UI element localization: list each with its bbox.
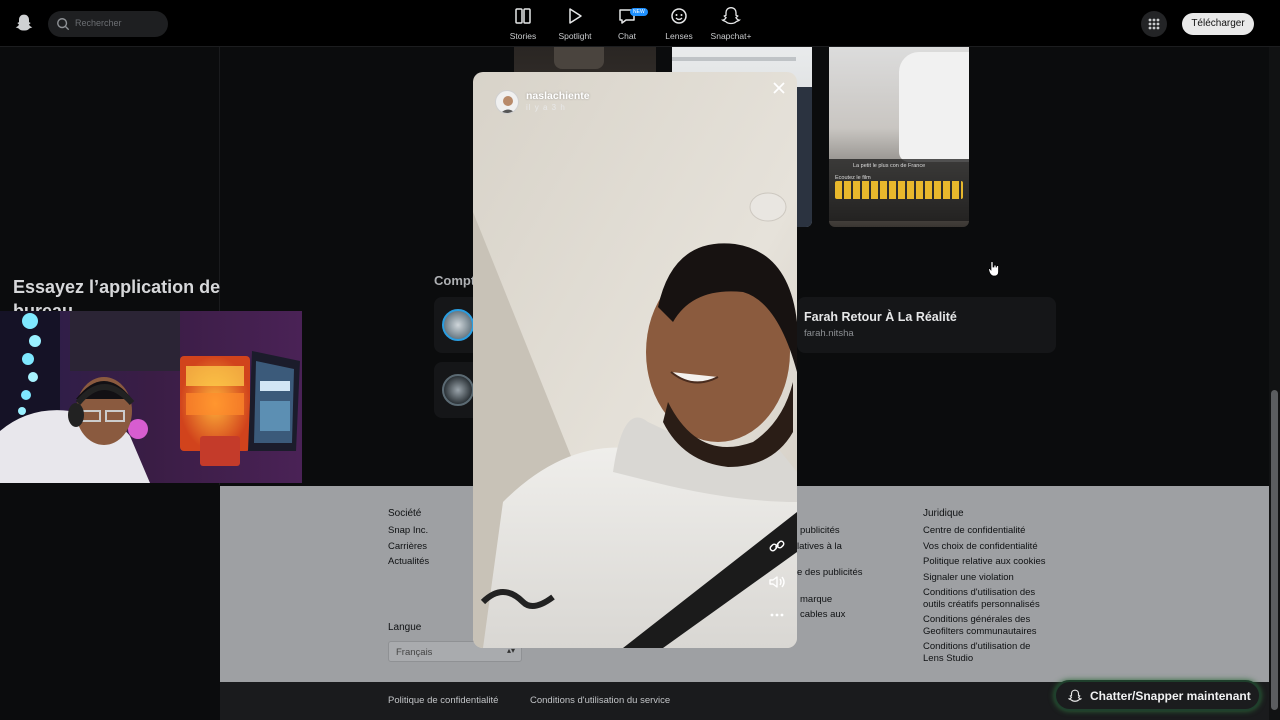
footer-link-careers[interactable]: Carrières — [388, 541, 427, 552]
story-username[interactable]: naslachiente — [526, 90, 590, 102]
download-button[interactable]: Télécharger — [1182, 13, 1254, 35]
nav-spotlight-label: Spotlight — [558, 31, 592, 41]
spotlight-thumb-3[interactable]: La petit le plus con de France Ecoutez l… — [829, 47, 969, 227]
nav-lenses[interactable]: Lenses — [654, 6, 704, 41]
footer-link-privacy-center[interactable]: Centre de confidentialité — [923, 525, 1025, 536]
footer-bottom-terms[interactable]: Conditions d'utilisation du service — [530, 695, 670, 706]
story-timestamp: il y a 3 h — [526, 103, 566, 112]
grid-icon — [1148, 18, 1160, 30]
nav-spotlight[interactable]: Spotlight — [550, 6, 600, 41]
company-heading: Société — [388, 508, 422, 519]
top-nav-bar: Rechercher Stories Spotlight NEW Chat Le… — [0, 0, 1280, 47]
story-viewer-modal[interactable] — [473, 72, 797, 648]
language-heading: Langue — [388, 622, 422, 633]
accounts-heading: Compt — [434, 273, 476, 288]
page-scrollbar-thumb[interactable] — [1271, 390, 1278, 710]
footer-link-report[interactable]: Signaler une violation — [923, 572, 1014, 583]
stories-icon — [515, 8, 531, 24]
webcam-overlay — [0, 311, 302, 483]
footer-link-ads-3[interactable]: e des publicités — [797, 567, 862, 578]
webcam-scene — [0, 311, 302, 483]
ghost-icon — [1068, 689, 1082, 702]
nav-snapchat-plus-label: Snapchat+ — [710, 31, 752, 41]
snapchat-ghost-logo-icon[interactable] — [14, 13, 34, 33]
account-name[interactable]: Farah Retour À La Réalité — [804, 310, 957, 324]
emoji-row — [835, 181, 963, 199]
footer-link-geofilters[interactable]: Conditions générales des Geofilters comm… — [923, 614, 1043, 637]
search-icon — [57, 18, 70, 31]
footer-link-snap-inc[interactable]: Snap Inc. — [388, 525, 428, 536]
avatar — [442, 374, 474, 406]
apps-grid-button[interactable] — [1141, 11, 1167, 37]
snapchat-plus-icon — [721, 6, 741, 25]
footer-link-privacy-choices[interactable]: Vos choix de confidentialité — [923, 541, 1038, 552]
thumb-caption-line-1: La petit le plus con de France — [853, 163, 926, 169]
story-video-frame — [473, 72, 797, 648]
legal-heading: Juridique — [923, 508, 964, 519]
chat-snap-now-button[interactable]: Chatter/Snapper maintenant — [1054, 680, 1261, 711]
footer-link-ads-5[interactable]: cables aux — [800, 609, 845, 620]
footer-bottom-privacy[interactable]: Politique de confidentialité — [388, 695, 498, 706]
lenses-icon — [671, 8, 687, 24]
close-icon[interactable] — [771, 80, 787, 96]
account-username: farah.nitsha — [804, 328, 854, 339]
language-value: Français — [396, 647, 433, 658]
search-input[interactable]: Rechercher — [75, 18, 122, 28]
snapchat-web-page: La petit le plus con de France Ecoutez l… — [0, 0, 1280, 720]
nav-chat-label: Chat — [618, 31, 636, 41]
chat-snap-now-label: Chatter/Snapper maintenant — [1090, 689, 1251, 703]
story-user-avatar[interactable] — [495, 90, 519, 114]
nav-stories-label: Stories — [509, 31, 537, 41]
footer-link-lens-studio[interactable]: Conditions d'utilisation de Lens Studio — [923, 641, 1043, 664]
footer-link-ads-4[interactable]: marque — [800, 594, 832, 605]
more-options-icon[interactable] — [768, 606, 786, 624]
footer-link-ads-2[interactable]: latives à la — [797, 541, 842, 552]
nav-snapchat-plus[interactable]: Snapchat+ — [706, 6, 756, 41]
nav-lenses-label: Lenses — [665, 31, 693, 41]
nav-chat[interactable]: NEW Chat — [602, 6, 652, 41]
mouse-cursor-icon — [988, 261, 999, 277]
footer-link-news[interactable]: Actualités — [388, 556, 429, 567]
search-bar[interactable]: Rechercher — [48, 11, 168, 37]
footer-link-creative-tools[interactable]: Conditions d'utilisation des outils créa… — [923, 587, 1048, 610]
link-icon[interactable] — [768, 537, 786, 555]
account-card-featured[interactable] — [797, 297, 1056, 353]
avatar — [442, 309, 474, 341]
new-badge: NEW — [630, 8, 648, 16]
nav-stories[interactable]: Stories — [498, 6, 548, 41]
footer-link-ads-1[interactable]: publicités — [800, 525, 840, 536]
volume-icon[interactable] — [768, 573, 786, 591]
spotlight-play-icon — [569, 8, 582, 24]
footer-link-cookies[interactable]: Politique relative aux cookies — [923, 556, 1046, 567]
